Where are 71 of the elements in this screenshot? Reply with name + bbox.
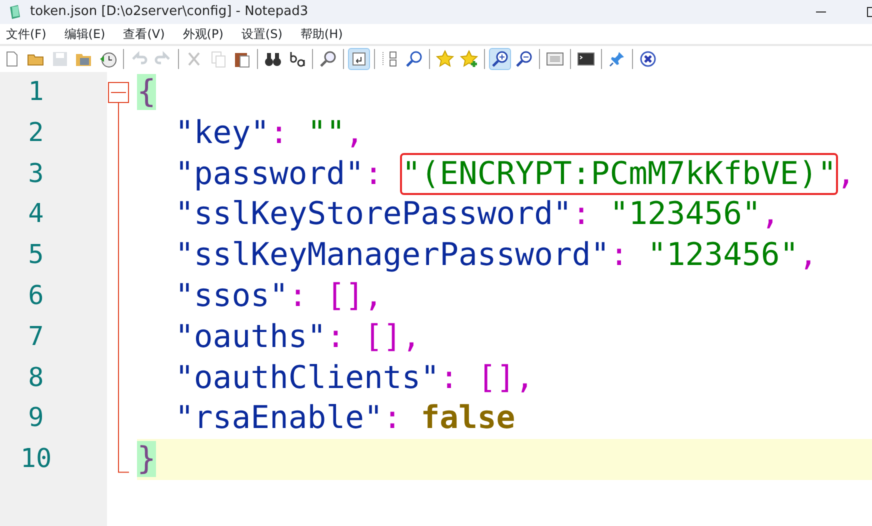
punctuation: , <box>798 237 818 274</box>
app-icon <box>8 4 22 20</box>
replace-icon <box>288 50 306 68</box>
window-title: token.json [D:\o2server\config] - Notepad3 <box>30 3 310 22</box>
pages-icon <box>381 50 399 68</box>
zoom-fit-icon <box>405 50 423 68</box>
menu-item[interactable]: 查看(V) <box>117 25 171 43</box>
brace: } <box>137 441 156 478</box>
menu-item[interactable]: 帮助(H) <box>294 25 349 43</box>
json-key: "password" <box>175 156 364 192</box>
star-add-icon <box>460 50 478 68</box>
line-number: 4 <box>27 198 45 232</box>
menu-item[interactable]: 文件(F) <box>0 25 52 43</box>
punctuation: , <box>836 156 856 192</box>
json-key: "oauths" <box>175 318 326 355</box>
line-number: 10 <box>19 443 53 476</box>
magnifier-icon <box>319 50 337 68</box>
line-number: 3 <box>27 158 45 191</box>
list-window-icon <box>546 50 564 68</box>
line-number: 9 <box>27 402 45 436</box>
word-wrap-icon <box>350 50 368 68</box>
line-number: 7 <box>27 320 45 354</box>
punctuation: : <box>326 318 346 355</box>
punctuation: , <box>760 196 780 232</box>
json-key: "key" <box>175 114 270 151</box>
string-value: "" <box>307 114 346 151</box>
punctuation: : <box>440 360 460 396</box>
json-key: "rsaEnable" <box>175 400 383 436</box>
clipboard-icon <box>233 50 251 68</box>
punctuation: , <box>345 114 364 151</box>
json-key: "sslKeyManagerPassword" <box>175 237 610 274</box>
star-add-button[interactable] <box>458 48 480 70</box>
punctuation: [], <box>364 318 421 355</box>
line-number: 6 <box>27 280 45 313</box>
line-number: 2 <box>27 116 45 150</box>
binoculars-icon <box>264 50 282 68</box>
brace: { <box>137 74 156 110</box>
string-value: "123456" <box>610 196 761 232</box>
json-key: "sslKeyStorePassword" <box>175 196 572 232</box>
punctuation: [], <box>326 278 383 314</box>
punctuation: [], <box>477 360 534 396</box>
highlighted-value: "(ENCRYPT:PCmM7kKfbVE)" <box>402 154 836 193</box>
terminal-icon <box>577 50 595 68</box>
punctuation: : <box>610 237 630 274</box>
punctuation: : <box>382 400 403 436</box>
keyword: false <box>420 400 516 436</box>
close-icon <box>639 50 657 68</box>
maximize-icon[interactable] <box>867 6 872 18</box>
zoom-out-icon <box>515 50 533 68</box>
line-number: 8 <box>27 362 45 395</box>
clock-icon <box>99 50 117 68</box>
punctuation: : <box>270 114 290 151</box>
json-key: "ssos" <box>175 278 288 314</box>
copy-icon <box>209 50 227 68</box>
string-value: "123456" <box>647 237 799 274</box>
punctuation: : <box>288 278 308 314</box>
star-icon <box>436 50 454 68</box>
word-wrap-button[interactable] <box>348 48 370 70</box>
menu-item[interactable]: 编辑(E) <box>58 25 112 43</box>
menu-item[interactable]: 设置(S) <box>235 25 288 43</box>
line-number: 1 <box>27 76 45 109</box>
save-icon <box>51 50 69 68</box>
menu-item[interactable]: 外观(P) <box>176 25 230 43</box>
line-number: 5 <box>27 239 45 272</box>
punctuation: : <box>364 156 384 192</box>
json-key: "oauthClients" <box>175 360 440 396</box>
pin-icon <box>608 50 626 68</box>
fold-minus-icon[interactable] <box>108 82 129 103</box>
zoom-in-icon <box>491 50 509 68</box>
punctuation: : <box>572 196 592 232</box>
zoom-in-button[interactable] <box>489 48 511 70</box>
